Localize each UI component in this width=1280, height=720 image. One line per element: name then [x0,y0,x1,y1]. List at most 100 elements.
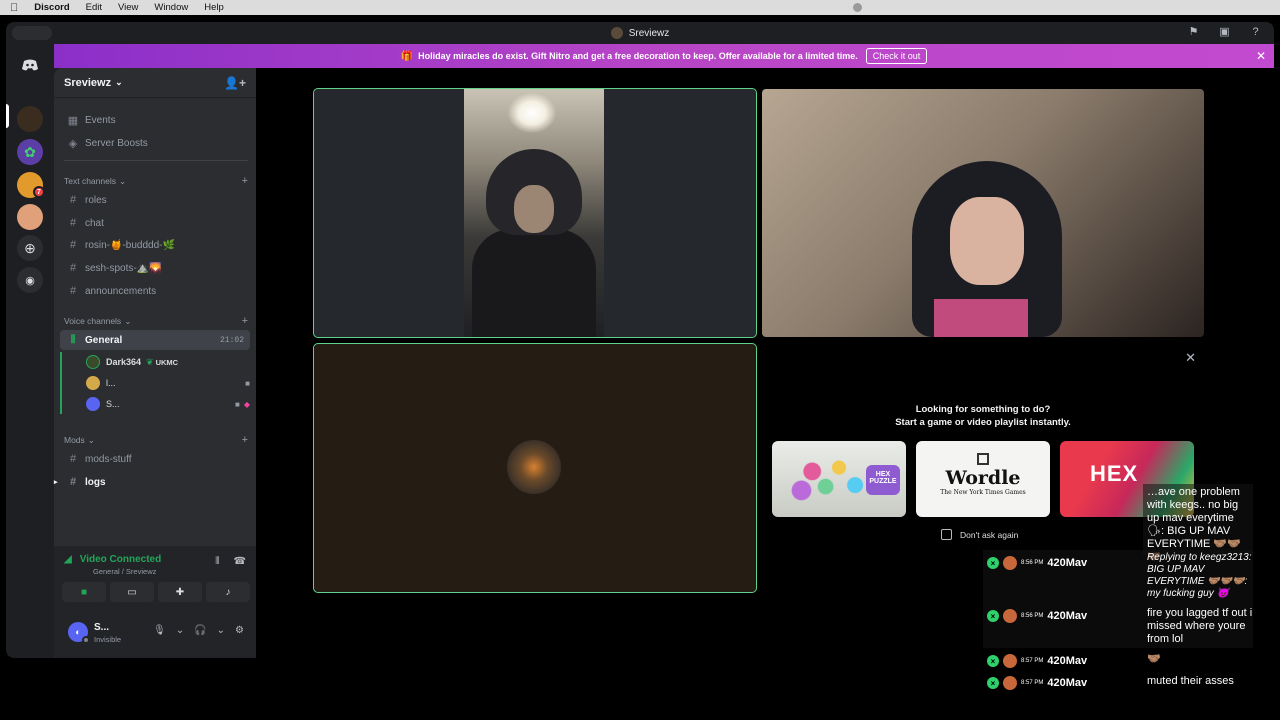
voice-user-dark364[interactable]: Dark364 ❦ UKMC [86,353,246,371]
chat-overlay: …ave one problem with keegs.. no big up … [983,484,1253,696]
activity-subtitle: Start a game or video playlist instantly… [895,417,1071,428]
add-channel-icon[interactable]: + [242,315,248,327]
chat-time: 8:56 PM [1021,560,1044,566]
server-boosts-item[interactable]: ◈ Server Boosts [60,133,250,153]
channel-label: sesh-spots-⛰️🌄 [85,262,162,274]
voice-channel-general[interactable]: ⦀ General 21:02 [60,330,250,350]
server-name: Sreviewz [64,76,112,89]
mac-menu-bar:  Discord Edit View Window Help [0,0,1280,15]
noise-suppression-icon[interactable]: ⦀ [215,556,219,567]
add-server-icon[interactable]: ⊕ [17,235,43,261]
channel-chat[interactable]: # chat [60,213,250,233]
server-face-icon[interactable] [17,204,43,230]
voice-user-2[interactable]: l... ■ [86,374,250,392]
chat-text: muted their asses [1147,675,1234,687]
channel-rosin[interactable]: # rosin-🍯-budddd-🌿 [60,235,250,255]
avatar [1003,654,1017,668]
menu-window[interactable]: Window [154,2,188,13]
discord-home-icon[interactable] [17,52,43,78]
mention-badge: 7 [33,186,45,198]
video-tile-user-1[interactable] [313,88,757,338]
category-label: Text channels [64,176,116,186]
user-avatar[interactable]: ◐ [68,622,90,644]
channel-logs[interactable]: ▸ # logs [54,472,250,492]
headphones-icon[interactable]: 🎧 [194,625,206,636]
disconnect-icon[interactable]: ☎ [234,556,246,567]
hash-icon: # [69,453,77,465]
voice-status[interactable]: ◢ Video Connected [64,554,161,565]
explore-compass-icon[interactable]: ◉ [17,267,43,293]
video-tile-user-3[interactable] [313,343,757,593]
channel-mods-stuff[interactable]: # mods-stuff [60,449,250,469]
avatar [1003,609,1017,623]
user-name[interactable]: S... [94,622,109,633]
platform-icon: × [987,677,999,689]
server-header[interactable]: Sreviewz ⌄ 👤+ [54,68,256,98]
activity-title: Looking for something to do? [915,404,1051,415]
video-tile-user-2[interactable] [762,89,1204,337]
wordle-grid-icon [977,453,989,465]
avatar [86,376,100,390]
nitro-promo-banner: 🎁 Holiday miracles do exist. Gift Nitro … [54,44,1274,68]
camera-button[interactable]: ■ [62,582,106,602]
flag-icon[interactable]: ⚑ [1187,26,1200,39]
menu-help[interactable]: Help [204,2,224,13]
add-channel-icon[interactable]: + [242,434,248,446]
banner-close-icon[interactable]: ✕ [1256,49,1266,63]
platform-icon: × [987,610,999,622]
chevron-down-icon[interactable]: ⌄ [176,625,184,636]
checkbox[interactable] [941,529,952,540]
voice-status-sub[interactable]: General / Sreviewz [93,567,156,576]
chat-text: fire you lagged tf out i missed where yo… [1147,607,1253,645]
expand-arrow-icon: ▸ [54,479,58,486]
voice-user-name: S... [106,399,120,409]
screen-share-button[interactable]: ▭ [110,582,154,602]
hash-icon: # [69,217,77,229]
channel-roles[interactable]: # roles [60,190,250,210]
channel-label: announcements [85,285,157,297]
server-sreviewz-icon[interactable] [17,106,43,132]
window-controls[interactable] [12,26,52,40]
selected-server-pill [6,104,9,128]
channel-sesh-spots[interactable]: # sesh-spots-⛰️🌄 [60,258,250,278]
voice-timer: 21:02 [219,335,244,345]
hash-icon: # [69,285,77,297]
soundboard-button[interactable]: ♪ [206,582,250,602]
menu-view[interactable]: View [118,2,138,13]
settings-gear-icon[interactable]: ⚙ [235,625,244,636]
invite-people-icon[interactable]: 👤+ [224,76,246,90]
voice-wave-icon: ⦀ [70,333,76,346]
category-voice-channels[interactable]: Voice channels ⌄ + [64,314,248,328]
chevron-down-icon: ⌄ [118,175,127,186]
activity-icon: ◆ [243,399,250,409]
add-channel-icon[interactable]: + [242,175,248,187]
help-icon[interactable]: ? [1249,26,1262,39]
events-item[interactable]: ▦ Events [60,110,250,130]
menu-app[interactable]: Discord [34,2,69,13]
apple-menu-icon[interactable]:  [10,2,18,14]
person-face [950,197,1024,285]
activity-card-hex-puzzle[interactable]: HEX PUZZLE [772,441,906,517]
voice-user-3[interactable]: S... ■ ◆ [86,395,250,413]
microphone-icon[interactable]: 🎙 [153,625,166,636]
chat-username: 420Mav [1047,655,1088,667]
category-mods[interactable]: Mods ⌄ + [64,433,248,447]
close-icon[interactable]: ✕ [1185,350,1196,366]
server-leaf-icon[interactable]: ✿ [17,139,43,165]
chevron-down-icon[interactable]: ⌄ [217,625,225,636]
category-text-channels[interactable]: Text channels ⌄ + [64,174,248,188]
voice-user-name: Dark364 [106,357,142,367]
gift-icon: 🎁 [400,50,414,62]
check-it-out-button[interactable]: Check it out [865,48,928,64]
lamp-light [508,93,556,133]
menu-edit[interactable]: Edit [86,2,102,13]
window-title: Sreviewz [628,27,670,39]
chevron-down-icon: ⌄ [124,315,132,326]
hash-icon: # [69,239,77,251]
activities-button[interactable]: ✚ [158,582,202,602]
screen-icon[interactable]: ▣ [1218,26,1231,39]
user-status: Invisible [94,635,122,644]
channel-announcements[interactable]: # announcements [60,281,250,301]
video-feed [464,89,604,337]
server-list: ✿ 7 ⊕ ◉ [6,44,54,658]
